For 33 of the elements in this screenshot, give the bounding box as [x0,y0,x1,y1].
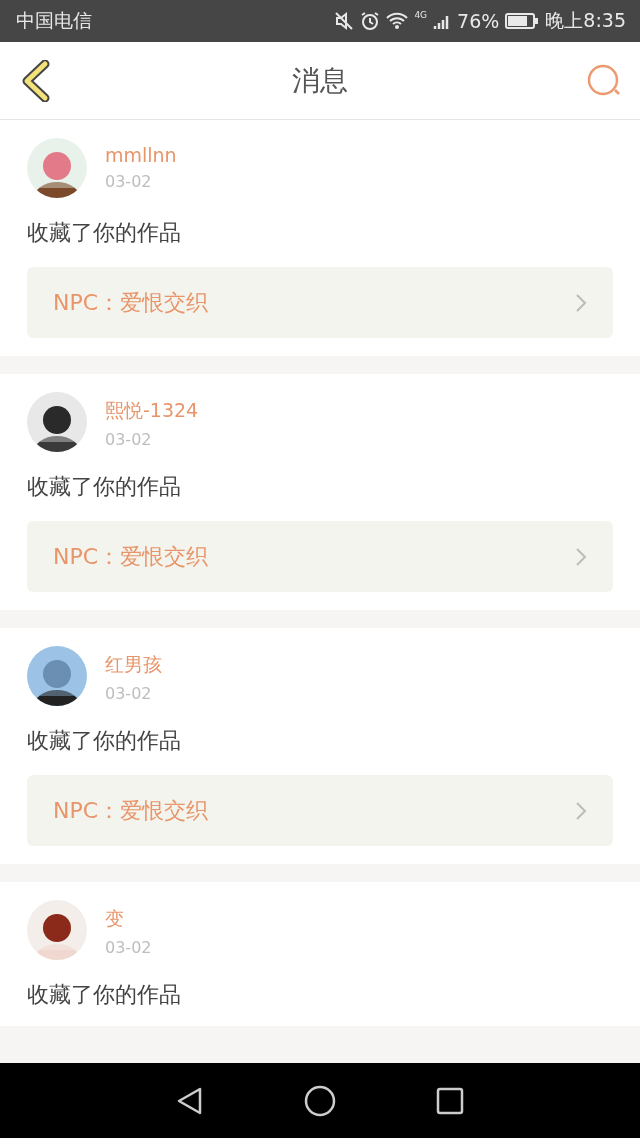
chevron-icon [575,800,587,821]
page-title: 消息 [292,62,348,99]
work-title: NPC：爱恨交织 [53,542,209,571]
home-nav-icon[interactable] [304,1084,336,1117]
work-link[interactable]: NPC：爱恨交织 [27,521,613,592]
mute-icon [334,11,355,31]
work-link[interactable]: NPC：爱恨交织 [27,775,613,846]
message-date: 03-02 [105,684,153,703]
user-name[interactable]: 变 [105,906,152,932]
work-title: NPC：爱恨交织 [53,288,209,317]
message-text: 收藏了你的作品 [27,728,182,754]
message-date: 03-02 [105,172,153,191]
user-name[interactable]: 红男孩 [105,652,162,678]
message-date: 03-02 [105,430,153,449]
network-type: 4G [414,10,428,20]
message-text: 收藏了你的作品 [27,982,182,1008]
battery-percent: 76% [457,10,500,32]
chevron-icon [575,546,587,567]
clock: 晚上8:35 [545,8,626,33]
alarm-icon [360,11,381,31]
back-nav-icon[interactable] [176,1085,204,1116]
battery-icon [505,12,540,30]
work-title: NPC：爱恨交织 [53,796,209,825]
message-date: 03-02 [105,938,152,957]
user-name[interactable]: mmllnn [105,144,177,166]
work-link[interactable]: NPC：爱恨交织 [27,267,613,338]
user-name[interactable]: 熙悦-1324 [105,398,199,424]
message-text: 收藏了你的作品 [27,474,182,500]
chevron-icon [575,292,587,313]
wifi-icon [386,11,409,31]
carrier-name: 中国电信 [16,8,93,33]
recents-nav-icon[interactable] [436,1086,464,1115]
message-text: 收藏了你的作品 [27,220,182,246]
